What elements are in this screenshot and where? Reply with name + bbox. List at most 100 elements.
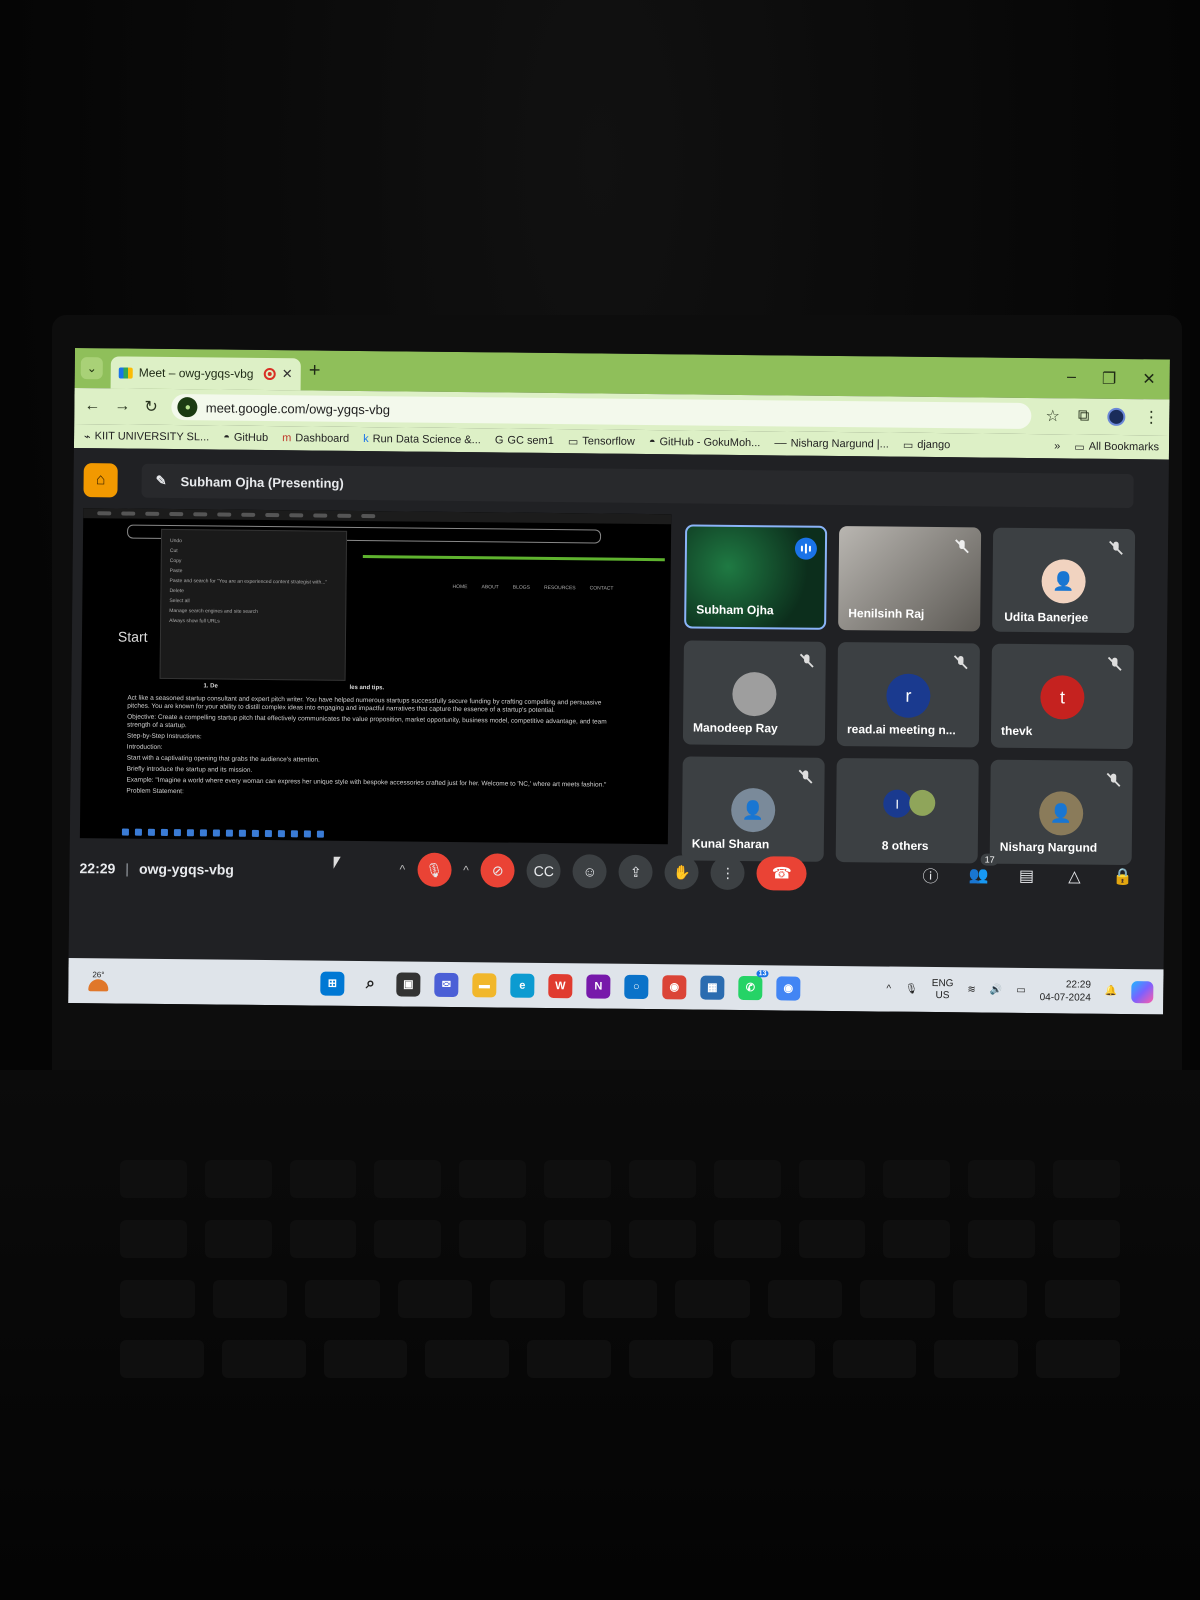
wifi-icon[interactable]: ≋ [967, 984, 976, 995]
host-controls-button[interactable]: 🔒 [1110, 865, 1134, 889]
mouse-cursor-icon [333, 856, 341, 869]
shared-context-menu: Undo Cut Copy Paste Paste and search for… [159, 528, 348, 681]
people-count-badge: 17 [980, 853, 999, 866]
camera-toggle-button[interactable]: ⊘ [480, 853, 516, 888]
back-icon[interactable]: ← [84, 397, 100, 415]
mic-off-icon [1107, 656, 1122, 671]
activities-button[interactable]: △ [1062, 864, 1086, 888]
menu-dots-icon[interactable]: ⋮ [1143, 407, 1159, 427]
bookmark-star-icon[interactable]: ☆ [1045, 406, 1060, 426]
notifications-icon[interactable]: 🔔 [1105, 986, 1118, 997]
reactions-button[interactable]: ☺ [572, 854, 608, 889]
reload-icon[interactable]: ↻ [144, 397, 158, 417]
new-tab-icon[interactable]: + [309, 359, 321, 382]
whatsapp-icon[interactable]: ✆ 13 [738, 969, 769, 1000]
chat-button[interactable]: ▤ [1014, 864, 1038, 888]
bookmark-item[interactable]: k Run Data Science &... [363, 433, 481, 446]
dashboard-icon: m [282, 432, 292, 445]
presenter-title: Subham Ojha (Presenting) [180, 473, 344, 491]
store-icon[interactable]: ▦ [700, 975, 725, 1000]
present-screen-icon: ⇪ [629, 863, 642, 880]
task-view-icon[interactable]: ▣ [396, 971, 421, 997]
restore-icon[interactable]: ❐ [1102, 369, 1117, 389]
weather-widget[interactable]: 26° [80, 970, 116, 992]
folder-icon: ▭ [902, 439, 914, 452]
link-icon: –– [774, 437, 787, 450]
address-bar[interactable]: ● meet.google.com/owg-ygqs-vbg [171, 394, 1032, 430]
copilot-icon[interactable] [1131, 980, 1154, 1003]
tab-search-icon[interactable]: ⌄ [80, 357, 103, 380]
close-tab-icon[interactable]: ✕ [282, 366, 293, 382]
captions-button[interactable]: CC [526, 853, 562, 889]
mic-toggle-button[interactable]: 🎙 [417, 852, 452, 887]
folder-icon: ▭ [567, 435, 579, 448]
clock[interactable]: 22:29 04-07-2024 [1040, 978, 1091, 1005]
tab-title: Meet – owg-ygqs-vbg [138, 365, 254, 381]
minimize-icon[interactable]: – [1067, 368, 1076, 388]
chrome-profile-icon[interactable]: ◉ [776, 975, 801, 1001]
shared-document-text: Act like a seasoned startup consultant a… [126, 694, 607, 796]
site-info-icon[interactable]: ● [177, 397, 198, 418]
volume-icon[interactable]: 🔊 [990, 985, 1003, 996]
participant-tile[interactable]: 👤 Udita Banerjee [992, 527, 1136, 634]
shared-section-tail: les and tips. [349, 684, 385, 692]
file-explorer-icon[interactable]: ▬ [472, 972, 497, 997]
bookmark-item[interactable]: –– Nisharg Nargund |... [774, 437, 889, 450]
leave-call-button[interactable]: ☎ [756, 856, 807, 891]
start-icon[interactable]: ⊞ [320, 971, 345, 996]
camera-off-icon: ⊘ [491, 861, 504, 879]
participant-tile[interactable]: Manodeep Ray [682, 640, 826, 746]
bookmark-item[interactable]: m Dashboard [282, 432, 349, 445]
bookmark-item[interactable]: ◓ GitHub [223, 432, 268, 444]
shapes-icon: △ [1068, 868, 1081, 886]
more-bookmarks-button[interactable]: » [1054, 440, 1060, 453]
meeting-details-button[interactable]: ⓘ [918, 863, 942, 887]
microphone-icon[interactable]: 🎙 [905, 984, 918, 995]
bookmark-item[interactable]: ▭ Tensorflow [568, 435, 635, 449]
participant-tile[interactable]: Subham Ojha [684, 524, 828, 630]
bookmark-item[interactable]: ▭ django [903, 438, 951, 451]
recording-icon [263, 367, 276, 381]
people-button[interactable]: 👥 17 [966, 853, 999, 887]
audio-options-icon[interactable]: ^ [399, 862, 405, 876]
show-hidden-icons-icon[interactable]: ^ [886, 984, 891, 995]
chrome-icon[interactable]: ◉ [662, 974, 687, 999]
shared-tab-strip [83, 508, 672, 525]
raise-hand-button[interactable]: ✋ [664, 855, 700, 890]
video-options-icon[interactable]: ^ [463, 863, 469, 877]
key-row [120, 1220, 1120, 1258]
wps-icon[interactable]: W [548, 973, 573, 998]
participant-tile[interactable]: t thevk [990, 643, 1134, 750]
avatar: 👤 [1038, 791, 1084, 836]
temperature: 26° [92, 970, 105, 980]
browser-tab[interactable]: Meet – owg-ygqs-vbg ✕ [110, 356, 301, 391]
onenote-icon[interactable]: N [586, 973, 611, 999]
weather-icon [88, 979, 109, 992]
emoji-icon: ☺ [582, 863, 598, 880]
mic-off-icon: 🎙 [425, 861, 444, 878]
all-bookmarks-button[interactable]: ▭ All Bookmarks [1074, 440, 1159, 454]
cortana-icon[interactable]: ○ [624, 974, 649, 999]
chat-app-icon[interactable]: ✉ [434, 972, 459, 997]
bookmark-item[interactable]: ⌁ KIIT UNIVERSITY SL... [84, 430, 209, 444]
extensions-icon[interactable]: ⧉ [1078, 408, 1090, 426]
forward-icon[interactable]: → [114, 397, 130, 415]
pin-icon[interactable]: ✎ [156, 473, 167, 489]
battery-icon[interactable]: ▭ [1016, 985, 1026, 996]
profile-avatar[interactable] [1107, 407, 1126, 427]
more-options-button[interactable]: ⋮ [710, 855, 745, 891]
presenter-banner: ✎ Subham Ojha (Presenting) [141, 463, 1134, 509]
activities-icon[interactable]: ⌂ [83, 463, 118, 498]
search-icon[interactable]: ⌕ [358, 972, 382, 996]
language-indicator[interactable]: ENG US [932, 978, 954, 1002]
taskbar-apps: ⊞ ⌕ ▣ ✉ ▬ e W N ○ ◉ ▦ ✆ 13 ◉ [320, 969, 801, 1001]
bookmark-item[interactable]: ◓ GitHub - GokuMoh... [649, 436, 761, 449]
edge-icon[interactable]: e [510, 973, 535, 998]
bookmark-item[interactable]: G GC sem1 [495, 434, 554, 447]
participant-tile[interactable]: r read.ai meeting n... [836, 642, 980, 748]
present-button[interactable]: ⇪ [618, 854, 654, 890]
close-window-icon[interactable]: ✕ [1142, 369, 1156, 389]
mic-off-icon [1106, 772, 1121, 787]
meeting-info: 22:29 | owg-ygqs-vbg [79, 860, 234, 878]
participant-tile[interactable]: Henilsinh Raj [838, 526, 982, 632]
